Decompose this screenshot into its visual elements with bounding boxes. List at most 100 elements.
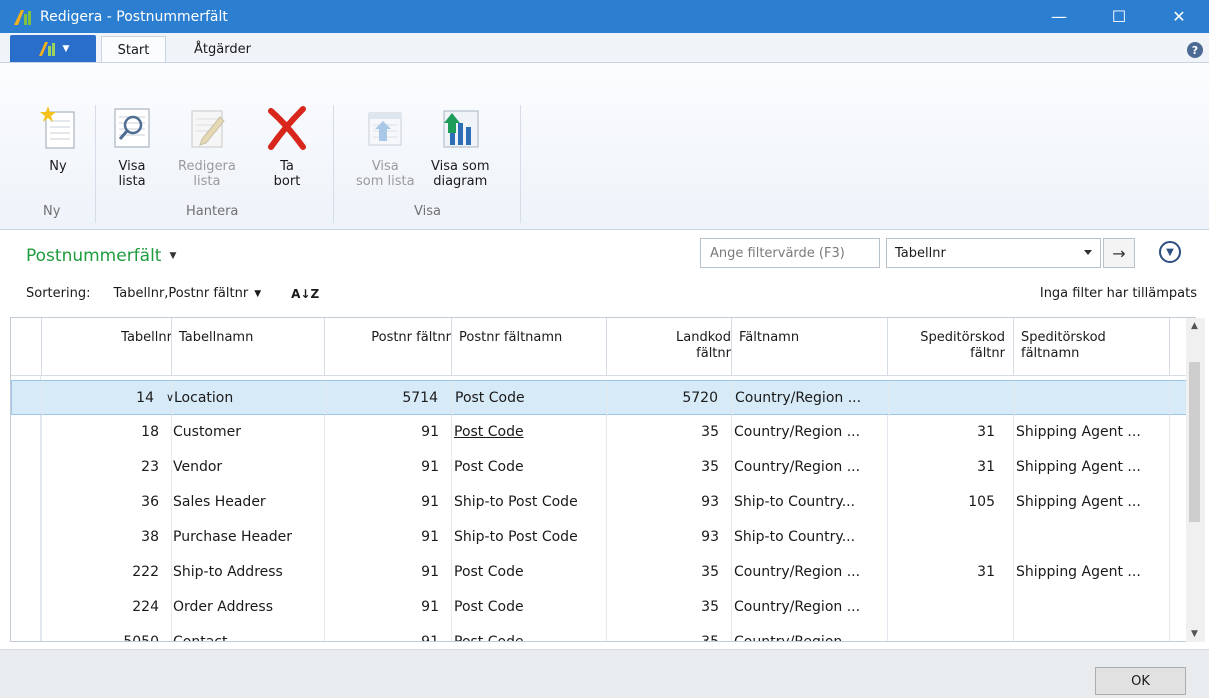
table-cell-landkod-faltnr[interactable]: 35 [701,634,719,641]
table-row[interactable]: 14 ∨ Location 5714 Post Code 5720 Country/Regi… [11,380,1191,416]
new-button[interactable]: Ny [36,103,80,174]
table-cell-postnr-faltnamn[interactable]: Post Code [455,390,525,406]
table-cell-postnr-faltnamn[interactable]: Post Code [454,424,524,440]
filter-field-select[interactable]: Tabellnr [886,238,1101,268]
app-menu-button[interactable]: ▼ [10,35,96,63]
table-row[interactable]: 36 Sales Header 91 Ship-to Post Code 93 Ship-… [11,485,1191,520]
help-icon[interactable]: ? [1187,42,1203,58]
table-cell-sped-faltnamn[interactable]: Shipping Agent ... [1016,459,1141,475]
table-cell-landkod-faltnr[interactable]: 5720 [682,390,718,406]
table-row[interactable]: 38 Purchase Header 91 Ship-to Post Code 93 Sh… [11,520,1191,555]
sort-row: Sortering: Tabellnr,Postnr fältnr ▼ A↓Z [26,286,319,301]
table-cell-tabellnr[interactable]: 23 [141,459,159,475]
vertical-scrollbar[interactable]: ▲ ▼ [1186,318,1205,642]
ok-button[interactable]: OK [1095,667,1186,695]
scroll-down-icon[interactable]: ▼ [1191,629,1198,639]
table-cell-tabellnamn[interactable]: Order Address [173,599,273,615]
page-title[interactable]: Postnummerfält ▼ [26,246,176,266]
table-cell-landkod-faltnr[interactable]: 35 [701,459,719,475]
table-row[interactable]: 23 Vendor 91 Post Code 35 Country/Region ... 3… [11,450,1191,485]
table-cell-landkod-faltnr[interactable]: 35 [701,599,719,615]
table-cell-postnr-faltnr[interactable]: 91 [421,599,439,615]
table-cell-postnr-faltnamn[interactable]: Post Code [454,599,524,615]
table-cell-tabellnamn[interactable]: Ship-to Address [173,564,283,580]
close-button[interactable]: ✕ [1149,0,1209,33]
table-cell-postnr-faltnamn[interactable]: Post Code [454,564,524,580]
table-cell-faltnamn[interactable]: Country/Region ... [734,424,860,440]
table-cell-sped-faltnr[interactable]: 31 [977,424,995,440]
column-header-sped-faltnamn[interactable]: Speditörskod fältnamn [1021,330,1106,362]
column-header-postnr-faltnamn[interactable]: Postnr fältnamn [459,330,562,346]
table-cell-postnr-faltnamn[interactable]: Post Code [454,459,524,475]
table-row[interactable]: 224 Order Address 91 Post Code 35 Country/Reg… [11,590,1191,625]
table-cell-faltnamn[interactable]: Ship-to Country... [734,494,855,510]
table-cell-postnr-faltnr[interactable]: 5714 [402,390,438,406]
table-row[interactable]: 222 Ship-to Address 91 Post Code 35 Country/R… [11,555,1191,590]
column-header-faltnamn[interactable]: Fältnamn [739,330,799,346]
column-header-tabellnr[interactable]: Tabellnr [121,330,172,346]
column-header-tabellnamn[interactable]: Tabellnamn [179,330,253,346]
maximize-button[interactable]: ☐ [1089,0,1149,33]
edit-list-button[interactable]: Redigera lista [178,103,236,189]
table-cell-faltnamn[interactable]: Country/Region ... [734,459,860,475]
table-cell-postnr-faltnr[interactable]: 91 [421,459,439,475]
table-cell-tabellnamn[interactable]: Vendor [173,459,222,475]
tab-start[interactable]: Start [101,36,166,63]
row-dropdown-chevron-icon[interactable]: ∨ [166,391,174,404]
tab-actions[interactable]: Åtgärder [175,36,270,63]
column-header-sped-faltnr[interactable]: Speditörskod fältnr [920,330,1005,362]
table-cell-postnr-faltnr[interactable]: 91 [421,564,439,580]
table-cell-postnr-faltnamn[interactable]: Ship-to Post Code [454,494,578,510]
table-cell-tabellnamn[interactable]: Sales Header [173,494,266,510]
table-cell-tabellnr[interactable]: 224 [132,599,159,615]
table-cell-tabellnr[interactable]: 18 [141,424,159,440]
filter-value-input[interactable]: Ange filtervärde (F3) [700,238,880,268]
chevron-down-icon[interactable]: ▼ [254,289,261,299]
table-cell-postnr-faltnr[interactable]: 91 [421,424,439,440]
sort-order-icon[interactable]: A↓Z [291,287,319,301]
scroll-up-icon[interactable]: ▲ [1191,321,1198,331]
table-cell-landkod-faltnr[interactable]: 93 [701,529,719,545]
column-header-postnr-faltnr[interactable]: Postnr fältnr [371,330,451,346]
table-cell-tabellnr[interactable]: 36 [141,494,159,510]
table-row[interactable]: 5050 Contact 91 Post Code 35 Country/Region .… [11,625,1191,641]
minimize-button[interactable]: — [1029,0,1089,33]
table-cell-tabellnr[interactable]: 38 [141,529,159,545]
table-cell-tabellnamn[interactable]: Customer [173,424,241,440]
table-cell-landkod-faltnr[interactable]: 35 [701,564,719,580]
sort-field-select[interactable]: Tabellnr,Postnr fältnr [113,286,248,301]
table-cell-sped-faltnamn[interactable]: Shipping Agent ... [1016,494,1141,510]
apply-filter-button[interactable]: → [1103,238,1135,268]
table-cell-sped-faltnamn[interactable]: Shipping Agent ... [1016,564,1141,580]
table-cell-postnr-faltnr[interactable]: 91 [421,634,439,641]
scrollbar-thumb[interactable] [1189,362,1200,522]
table-cell-sped-faltnr[interactable]: 31 [977,459,995,475]
table-cell-postnr-faltnamn[interactable]: Ship-to Post Code [454,529,578,545]
table-cell-faltnamn[interactable]: Country/Region ... [734,634,860,641]
table-cell-faltnamn[interactable]: Ship-to Country... [734,529,855,545]
table-cell-sped-faltnr[interactable]: 31 [977,564,995,580]
table-cell-tabellnamn[interactable]: Purchase Header [173,529,292,545]
view-list-button[interactable]: Visa lista [110,103,154,189]
table-cell-landkod-faltnr[interactable]: 93 [701,494,719,510]
show-as-chart-button[interactable]: Visa som diagram [431,103,489,189]
expand-filter-button[interactable]: ▼ [1159,241,1181,263]
table-cell-tabellnr[interactable]: 14 [136,390,154,406]
table-row[interactable]: 18 Customer 91 Post Code 35 Country/Region ..… [11,415,1191,450]
table-cell-postnr-faltnamn[interactable]: Post Code [454,634,524,641]
table-cell-postnr-faltnr[interactable]: 91 [421,494,439,510]
table-cell-faltnamn[interactable]: Country/Region ... [734,564,860,580]
table-cell-tabellnr[interactable]: 5050 [123,634,159,641]
table-cell-postnr-faltnr[interactable]: 91 [421,529,439,545]
column-header-landkod-faltnr[interactable]: Landkod fältnr [676,330,731,362]
table-cell-tabellnr[interactable]: 222 [132,564,159,580]
table-cell-sped-faltnr[interactable]: 105 [968,494,995,510]
delete-button[interactable]: Ta bort [265,103,309,189]
show-as-list-button[interactable]: Visa som lista [356,103,415,189]
table-cell-faltnamn[interactable]: Country/Region ... [734,599,860,615]
table-cell-tabellnamn[interactable]: Location [174,390,233,406]
table-cell-sped-faltnamn[interactable]: Shipping Agent ... [1016,424,1141,440]
table-cell-faltnamn[interactable]: Country/Region ... [735,390,861,406]
table-cell-tabellnamn[interactable]: Contact [173,634,227,641]
table-cell-landkod-faltnr[interactable]: 35 [701,424,719,440]
